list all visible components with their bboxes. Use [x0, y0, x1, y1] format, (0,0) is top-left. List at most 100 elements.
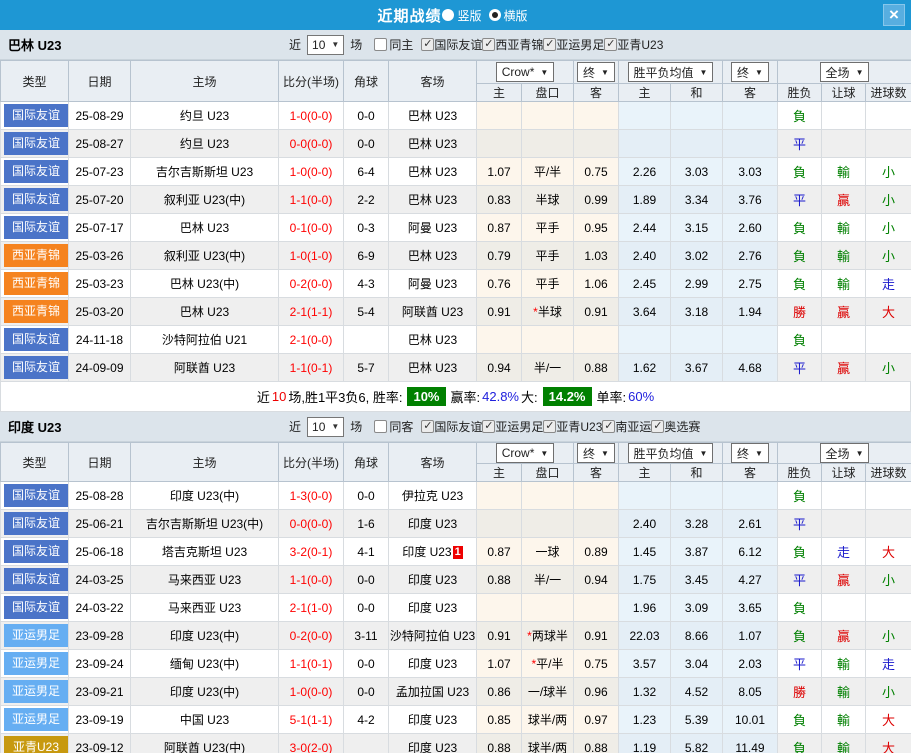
ah-away-odds-cell — [574, 326, 619, 354]
vertical-layout-label[interactable]: 竖版 — [457, 7, 481, 24]
goals-result-cell-value: 小 — [882, 573, 895, 588]
goals-result-cell: 小 — [866, 354, 911, 382]
recent-count-select[interactable]: 10▼ — [307, 417, 344, 437]
goals-result-cell — [866, 510, 911, 538]
horizontal-layout-label[interactable]: 横版 — [504, 7, 528, 24]
eu-draw-odds-cell — [671, 130, 723, 158]
away-team-cell: 印度 U231 — [389, 538, 477, 566]
col-eu-home: 主 — [619, 464, 671, 482]
away-team-cell: 沙特阿拉伯 U23 — [389, 622, 477, 650]
ah-line-cell — [522, 510, 574, 538]
score-value: 1-0(1-0) — [290, 249, 333, 263]
wdl-result-cell: 負 — [778, 326, 822, 354]
table-row: 亚运男足23-09-24缅甸 U23(中)1-1(0-1)0-0印度 U231.… — [1, 650, 911, 678]
ah-away-odds-cell — [574, 102, 619, 130]
wdl-result-cell-value: 負 — [793, 221, 806, 236]
eu-draw-odds-cell: 3.02 — [671, 242, 723, 270]
score-cell: 2-1(0-0) — [279, 326, 344, 354]
league-checkbox-0[interactable]: ✓ — [421, 420, 434, 433]
league-checkbox-1[interactable]: ✓ — [482, 38, 495, 51]
league-label-2[interactable]: 亚青U23 — [556, 418, 602, 435]
league-label-2[interactable]: 亚运男足 — [556, 36, 604, 53]
scope-select[interactable]: 全场▼ — [820, 443, 870, 463]
team-section-header-india: 印度 U23 近10▼场同客✓国际友谊✓亚运男足✓亚青U23✓南亚运✓奥选赛 — [0, 412, 911, 442]
league-checkbox-3[interactable]: ✓ — [604, 38, 617, 51]
vertical-layout-radio[interactable] — [442, 9, 454, 21]
handicap-result-cell — [822, 102, 866, 130]
goals-result-cell: 走 — [866, 270, 911, 298]
table-row: 西亚青锦25-03-23巴林 U23(中)0-2(0-0)4-3阿曼 U230.… — [1, 270, 911, 298]
home-team-cell: 印度 U23(中) — [131, 622, 279, 650]
league-checkbox-2[interactable]: ✓ — [543, 38, 556, 51]
wdl-result-cell: 負 — [778, 622, 822, 650]
wdl-result-cell: 負 — [778, 538, 822, 566]
eu-final-select[interactable]: 终▼ — [731, 443, 769, 463]
league-label-3[interactable]: 南亚运 — [615, 418, 651, 435]
date-cell: 23-09-24 — [69, 650, 131, 678]
avg-odds-select[interactable]: 胜平负均值▼ — [628, 443, 714, 463]
score-value: 5-1(1-1) — [290, 713, 333, 727]
recent-count-select[interactable]: 10▼ — [307, 35, 344, 55]
horizontal-layout-radio[interactable] — [489, 9, 501, 21]
eu-home-odds-cell: 1.96 — [619, 594, 671, 622]
ah-away-odds-cell: 0.91 — [574, 622, 619, 650]
ah-final-select[interactable]: 终▼ — [577, 62, 615, 82]
same-venue-label[interactable]: 同主 — [389, 36, 413, 53]
score-value: 2-1(1-0) — [290, 601, 333, 615]
away-team-cell: 巴林 U23 — [389, 354, 477, 382]
close-icon[interactable]: × — [883, 4, 905, 26]
score-cell: 2-1(1-1) — [279, 298, 344, 326]
league-label-0[interactable]: 国际友谊 — [434, 418, 482, 435]
league-checkbox-1[interactable]: ✓ — [482, 420, 495, 433]
ah-home-odds-cell: 0.91 — [477, 298, 522, 326]
scope-select[interactable]: 全场▼ — [820, 62, 870, 82]
league-label-1[interactable]: 西亚青锦 — [495, 36, 543, 53]
recent-count-value: 10 — [312, 420, 325, 434]
chevron-down-icon: ▼ — [856, 449, 864, 458]
handicap-result-cell-value: 輸 — [837, 165, 850, 180]
filter-bar: 近10▼场同主✓国际友谊✓西亚青锦✓亚运男足✓亚青U23 — [287, 30, 663, 59]
away-team-cell: 印度 U23 — [389, 566, 477, 594]
wdl-result-cell: 平 — [778, 650, 822, 678]
wdl-result-cell-value: 平 — [793, 517, 806, 532]
league-label-4[interactable]: 奥选赛 — [664, 418, 700, 435]
type-cell: 西亚青锦 — [1, 270, 69, 298]
avg-odds-select[interactable]: 胜平负均值▼ — [628, 62, 714, 82]
team-name: 印度 U23 — [8, 417, 61, 436]
col-goals: 进球数 — [866, 84, 911, 102]
same-venue-label[interactable]: 同客 — [389, 418, 413, 435]
wdl-result-cell: 負 — [778, 594, 822, 622]
league-checkbox-4[interactable]: ✓ — [651, 420, 664, 433]
bookmaker-select[interactable]: Crow*▼ — [496, 62, 555, 82]
same-venue-checkbox[interactable] — [374, 38, 387, 51]
ah-line-cell: 平手 — [522, 270, 574, 298]
score-value: 1-1(0-1) — [290, 361, 333, 375]
goals-result-cell: 走 — [866, 650, 911, 678]
type-cell: 国际友谊 — [1, 130, 69, 158]
home-team-cell: 印度 U23(中) — [131, 482, 279, 510]
eu-away-odds-cell: 8.05 — [723, 678, 778, 706]
ah-line-cell — [522, 482, 574, 510]
ah-home-odds-cell: 0.79 — [477, 242, 522, 270]
ah-final-select[interactable]: 终▼ — [577, 443, 615, 463]
league-label-3[interactable]: 亚青U23 — [617, 36, 663, 53]
home-team-cell: 叙利亚 U23(中) — [131, 186, 279, 214]
eu-final-select[interactable]: 终▼ — [731, 62, 769, 82]
eu-away-odds-cell: 2.60 — [723, 214, 778, 242]
wdl-result-cell-value: 平 — [793, 361, 806, 376]
bookmaker-select[interactable]: Crow*▼ — [496, 443, 555, 463]
col-let-ball: 让球 — [822, 464, 866, 482]
same-venue-checkbox[interactable] — [374, 420, 387, 433]
eu-away-odds-cell — [723, 326, 778, 354]
goals-result-cell: 小 — [866, 678, 911, 706]
league-label-0[interactable]: 国际友谊 — [434, 36, 482, 53]
eu-away-odds-cell: 3.76 — [723, 186, 778, 214]
league-checkbox-0[interactable]: ✓ — [421, 38, 434, 51]
ah-away-odds-cell — [574, 594, 619, 622]
ah-line-cell — [522, 326, 574, 354]
league-checkbox-2[interactable]: ✓ — [543, 420, 556, 433]
date-cell: 25-06-21 — [69, 510, 131, 538]
eu-draw-odds-cell: 3.34 — [671, 186, 723, 214]
league-checkbox-3[interactable]: ✓ — [602, 420, 615, 433]
league-label-1[interactable]: 亚运男足 — [495, 418, 543, 435]
